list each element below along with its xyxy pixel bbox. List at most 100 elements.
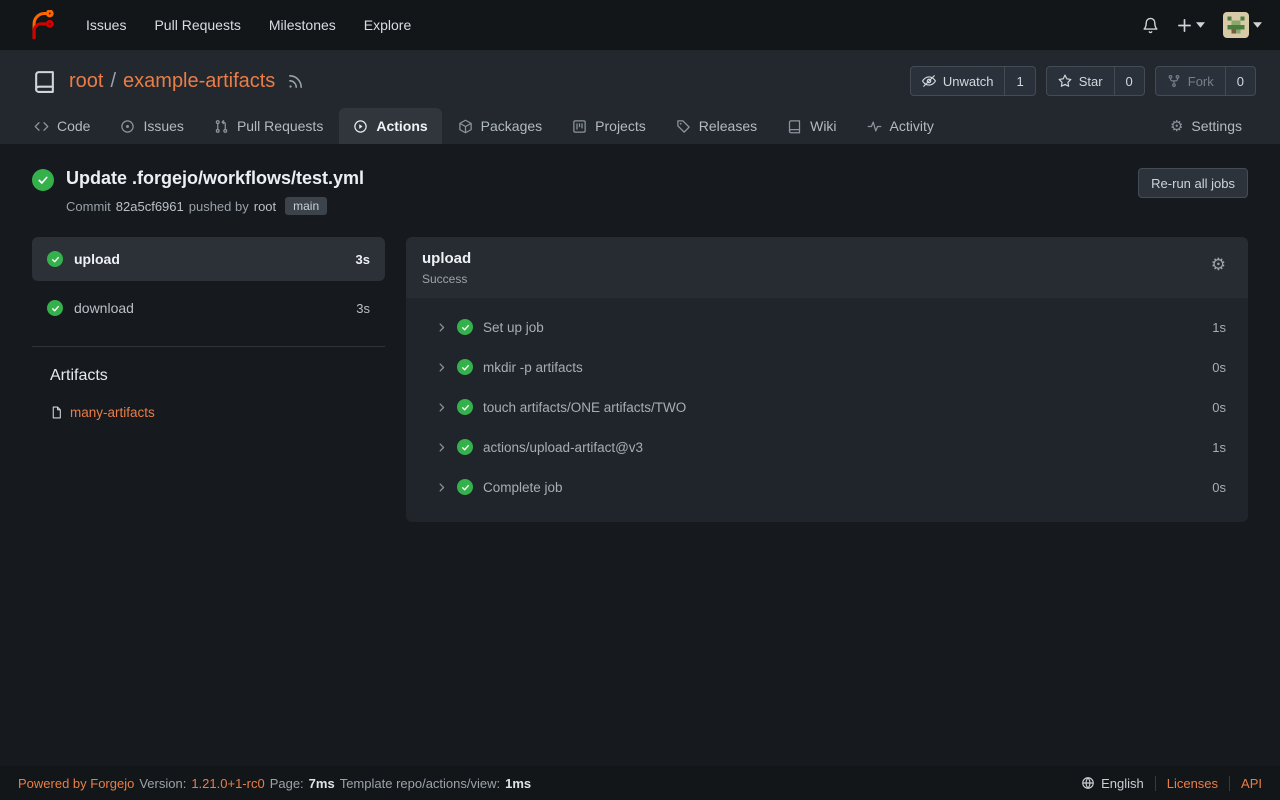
job-row-upload[interactable]: upload 3s <box>32 237 385 281</box>
step-duration: 0s <box>1212 480 1226 495</box>
step-row-complete-job[interactable]: Complete job 0s <box>406 467 1248 507</box>
book-icon <box>787 119 802 134</box>
play-circle-icon <box>353 119 368 134</box>
pull-request-icon <box>214 119 229 134</box>
jobs-sidebar: upload 3s download 3s Artifacts many-art… <box>32 237 385 420</box>
fork-icon <box>1167 74 1181 88</box>
job-steps-list: Set up job 1s mkdir -p artifacts 0s <box>406 298 1248 522</box>
template-time-label: Template repo/actions/view: <box>340 776 500 791</box>
step-success-check-icon <box>457 439 473 455</box>
star-label: Star <box>1079 74 1103 89</box>
language-selector[interactable]: English <box>1070 776 1155 791</box>
step-name: Set up job <box>483 320 544 335</box>
artifact-item: many-artifacts <box>50 405 385 420</box>
run-title: Update .forgejo/workflows/test.yml <box>66 168 364 189</box>
chevron-down-icon <box>1253 22 1262 28</box>
tab-code[interactable]: Code <box>20 108 104 144</box>
navbar-item-explore[interactable]: Explore <box>350 17 425 33</box>
version-link[interactable]: 1.21.0+1-rc0 <box>191 776 264 791</box>
tab-releases[interactable]: Releases <box>662 108 771 144</box>
job-detail-panel: upload Success ⚙ Set up job 1s <box>406 237 1248 522</box>
navbar-item-pull-requests[interactable]: Pull Requests <box>140 17 254 33</box>
step-row-upload-artifact[interactable]: actions/upload-artifact@v3 1s <box>406 427 1248 467</box>
fork-label: Fork <box>1188 74 1214 89</box>
job-success-check-icon <box>47 300 63 316</box>
artifact-download-link[interactable]: many-artifacts <box>70 405 155 420</box>
rss-icon[interactable] <box>287 73 304 90</box>
file-icon <box>50 406 63 419</box>
version-label: Version: <box>139 776 186 791</box>
step-duration: 0s <box>1212 400 1226 415</box>
job-detail-name: upload <box>422 250 471 267</box>
tab-actions[interactable]: Actions <box>339 108 441 144</box>
unwatch-button[interactable]: Unwatch 1 <box>910 66 1036 96</box>
forgejo-logo[interactable] <box>26 10 56 40</box>
tab-activity[interactable]: Activity <box>853 108 948 144</box>
pushed-by-label: pushed by <box>189 199 249 214</box>
plus-icon <box>1177 18 1192 33</box>
step-row-mkdir[interactable]: mkdir -p artifacts 0s <box>406 347 1248 387</box>
chevron-right-icon <box>436 402 447 413</box>
repo-book-icon <box>32 69 57 94</box>
tab-projects[interactable]: Projects <box>558 108 660 144</box>
pusher-link[interactable]: root <box>254 199 276 214</box>
code-icon <box>34 119 49 134</box>
repo-separator: / <box>110 70 116 93</box>
sidebar-divider <box>32 346 385 347</box>
job-options-gear-icon[interactable]: ⚙ <box>1211 256 1226 273</box>
globe-icon <box>1081 776 1095 790</box>
navbar-item-milestones[interactable]: Milestones <box>255 17 350 33</box>
chevron-down-icon <box>1196 22 1205 28</box>
rerun-all-jobs-button[interactable]: Re-run all jobs <box>1138 168 1248 198</box>
watch-count[interactable]: 1 <box>1004 67 1034 95</box>
powered-by-forgejo-link[interactable]: Powered by Forgejo <box>18 776 134 791</box>
commit-sha-link[interactable]: 82a5cf6961 <box>116 199 184 214</box>
chevron-right-icon <box>436 362 447 373</box>
step-row-set-up-job[interactable]: Set up job 1s <box>406 307 1248 347</box>
page-time-label: Page: <box>270 776 304 791</box>
navbar-item-issues[interactable]: Issues <box>72 17 140 33</box>
job-name: upload <box>74 251 120 267</box>
artifacts-heading: Artifacts <box>50 367 385 385</box>
tag-icon <box>676 119 691 134</box>
tab-issues[interactable]: Issues <box>106 108 197 144</box>
activity-pulse-icon <box>867 119 882 134</box>
licenses-link[interactable]: Licenses <box>1155 776 1229 791</box>
chevron-right-icon <box>436 482 447 493</box>
repo-owner-link[interactable]: root <box>69 70 103 93</box>
page-time-value: 7ms <box>309 776 335 791</box>
star-button[interactable]: Star 0 <box>1046 66 1145 96</box>
step-row-touch-artifacts[interactable]: touch artifacts/ONE artifacts/TWO 0s <box>406 387 1248 427</box>
api-link[interactable]: API <box>1229 776 1262 791</box>
step-success-check-icon <box>457 479 473 495</box>
project-board-icon <box>572 119 587 134</box>
tab-pull-requests[interactable]: Pull Requests <box>200 108 337 144</box>
tab-wiki[interactable]: Wiki <box>773 108 850 144</box>
commit-label: Commit <box>66 199 111 214</box>
user-menu-dropdown[interactable] <box>1223 12 1262 38</box>
star-count[interactable]: 0 <box>1114 67 1144 95</box>
chevron-right-icon <box>436 442 447 453</box>
unwatch-label: Unwatch <box>943 74 994 89</box>
tab-settings[interactable]: ⚙ Settings <box>1156 108 1256 144</box>
repo-name-link[interactable]: example-artifacts <box>123 70 275 93</box>
repo-header: root / example-artifacts Unwatch 1 <box>0 50 1280 144</box>
step-success-check-icon <box>457 359 473 375</box>
page-footer: Powered by Forgejo Version: 1.21.0+1-rc0… <box>0 766 1280 800</box>
step-duration: 1s <box>1212 320 1226 335</box>
tab-packages[interactable]: Packages <box>444 108 556 144</box>
step-duration: 0s <box>1212 360 1226 375</box>
step-name: mkdir -p artifacts <box>483 360 583 375</box>
job-row-download[interactable]: download 3s <box>32 286 385 330</box>
avatar <box>1223 12 1249 38</box>
branch-badge[interactable]: main <box>285 197 327 215</box>
step-name: actions/upload-artifact@v3 <box>483 440 643 455</box>
commit-line: Commit 82a5cf6961 pushed by root main <box>66 197 364 215</box>
fork-count[interactable]: 0 <box>1225 67 1255 95</box>
job-detail-status: Success <box>422 272 471 286</box>
template-time-value: 1ms <box>505 776 531 791</box>
job-detail-header: upload Success ⚙ <box>406 237 1248 298</box>
fork-button[interactable]: Fork 0 <box>1155 66 1256 96</box>
notifications-bell-icon[interactable] <box>1142 17 1159 34</box>
create-new-dropdown[interactable] <box>1177 18 1205 33</box>
